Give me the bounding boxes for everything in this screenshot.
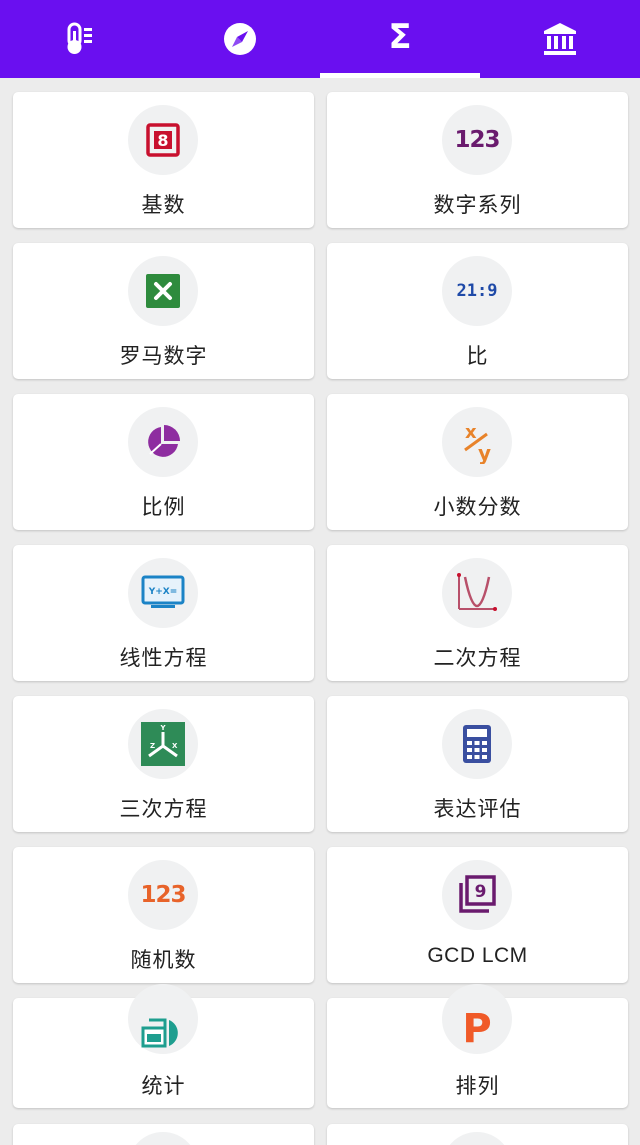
icon-circle [442,1132,512,1145]
svg-text:9: 9 [475,882,487,902]
card-partial[interactable] [327,1124,628,1145]
icon-circle [442,709,512,779]
thermometer-icon [67,22,92,54]
icon-circle [128,984,198,1054]
parabola-icon [457,573,497,611]
icon-circle [128,256,198,326]
svg-text:X: X [172,742,178,750]
cubic-equation-icon: Y Z X [141,722,185,766]
card-label: 表达评估 [433,797,522,821]
card-label: 数字系列 [433,193,522,217]
card-permutation[interactable]: P 排列 [327,984,628,1108]
top-tab-bar: Σ [0,0,640,78]
permutation-icon: P [462,1006,492,1052]
card-label: 二次方程 [433,646,522,670]
icon-circle [128,407,198,477]
calculator-icon [463,725,491,763]
card-base[interactable]: 8 基数 [13,92,314,228]
card-expression-evaluation[interactable]: 表达评估 [327,696,628,832]
card-label: 统计 [141,1074,186,1098]
card-label: 比 [466,344,489,368]
random-123-icon: 123 [140,882,186,908]
card-proportion[interactable]: 比例 [13,394,314,530]
svg-text:Y+X=: Y+X= [148,587,178,597]
icon-circle: P [442,984,512,1054]
icon-circle: Y+X= [128,558,198,628]
statistics-icon [141,1018,178,1048]
card-label: 排列 [455,1074,500,1098]
card-label: 三次方程 [119,797,208,821]
card-roman-numerals[interactable]: 罗马数字 [13,243,314,379]
ratio-icon: 21:9 [456,281,498,301]
svg-text:x: x [465,422,477,443]
tab-finance[interactable] [480,0,640,78]
card-statistics[interactable]: 统计 [13,984,314,1108]
card-label: 随机数 [130,948,197,972]
card-label: 基数 [141,193,186,217]
sigma-icon: Σ [388,17,412,57]
card-decimal-fraction[interactable]: x y 小数分数 [327,394,628,530]
linear-equation-icon: Y+X= [141,575,185,608]
tab-math[interactable]: Σ [320,0,480,78]
number-123-icon: 123 [454,127,500,153]
card-ratio[interactable]: 21:9 比 [327,243,628,379]
card-label: 比例 [141,495,186,519]
pie-chart-icon [148,425,180,457]
icon-circle: x y [442,407,512,477]
fraction-icon: x y [464,422,491,464]
icon-circle [128,1132,198,1145]
card-label: 小数分数 [433,495,522,519]
icon-circle: 123 [128,860,198,930]
tab-thermometer[interactable] [0,0,160,78]
svg-text:y: y [478,441,491,464]
icon-circle: 123 [442,105,512,175]
calculator-grid: 8 基数 123 数字系列 罗马数字 21:9 比 比例 x y 小数分数 Y+… [0,78,640,1145]
icon-circle: Y Z X [128,709,198,779]
gcd-lcm-icon: 9 [459,875,496,913]
svg-text:Z: Z [150,742,155,750]
card-quadratic-equation[interactable]: 二次方程 [327,545,628,681]
card-random-number[interactable]: 123 随机数 [13,847,314,983]
card-label: GCD LCM [427,944,528,967]
icon-circle [442,558,512,628]
icon-circle: 8 [128,105,198,175]
x-box-icon [146,274,180,308]
card-number-series[interactable]: 123 数字系列 [327,92,628,228]
tab-compass[interactable] [160,0,320,78]
svg-text:Y: Y [159,724,166,732]
card-linear-equation[interactable]: Y+X= 线性方程 [13,545,314,681]
card-gcd-lcm[interactable]: 9 GCD LCM [327,847,628,983]
card-partial[interactable] [13,1124,314,1145]
icon-circle: 9 [442,860,512,930]
bank-icon [544,23,576,55]
icon-circle: 21:9 [442,256,512,326]
number-8-icon: 8 [146,123,180,157]
svg-text:8: 8 [157,131,168,150]
card-label: 罗马数字 [119,344,208,368]
compass-icon [224,23,256,55]
card-cubic-equation[interactable]: Y Z X 三次方程 [13,696,314,832]
card-label: 线性方程 [119,646,208,670]
